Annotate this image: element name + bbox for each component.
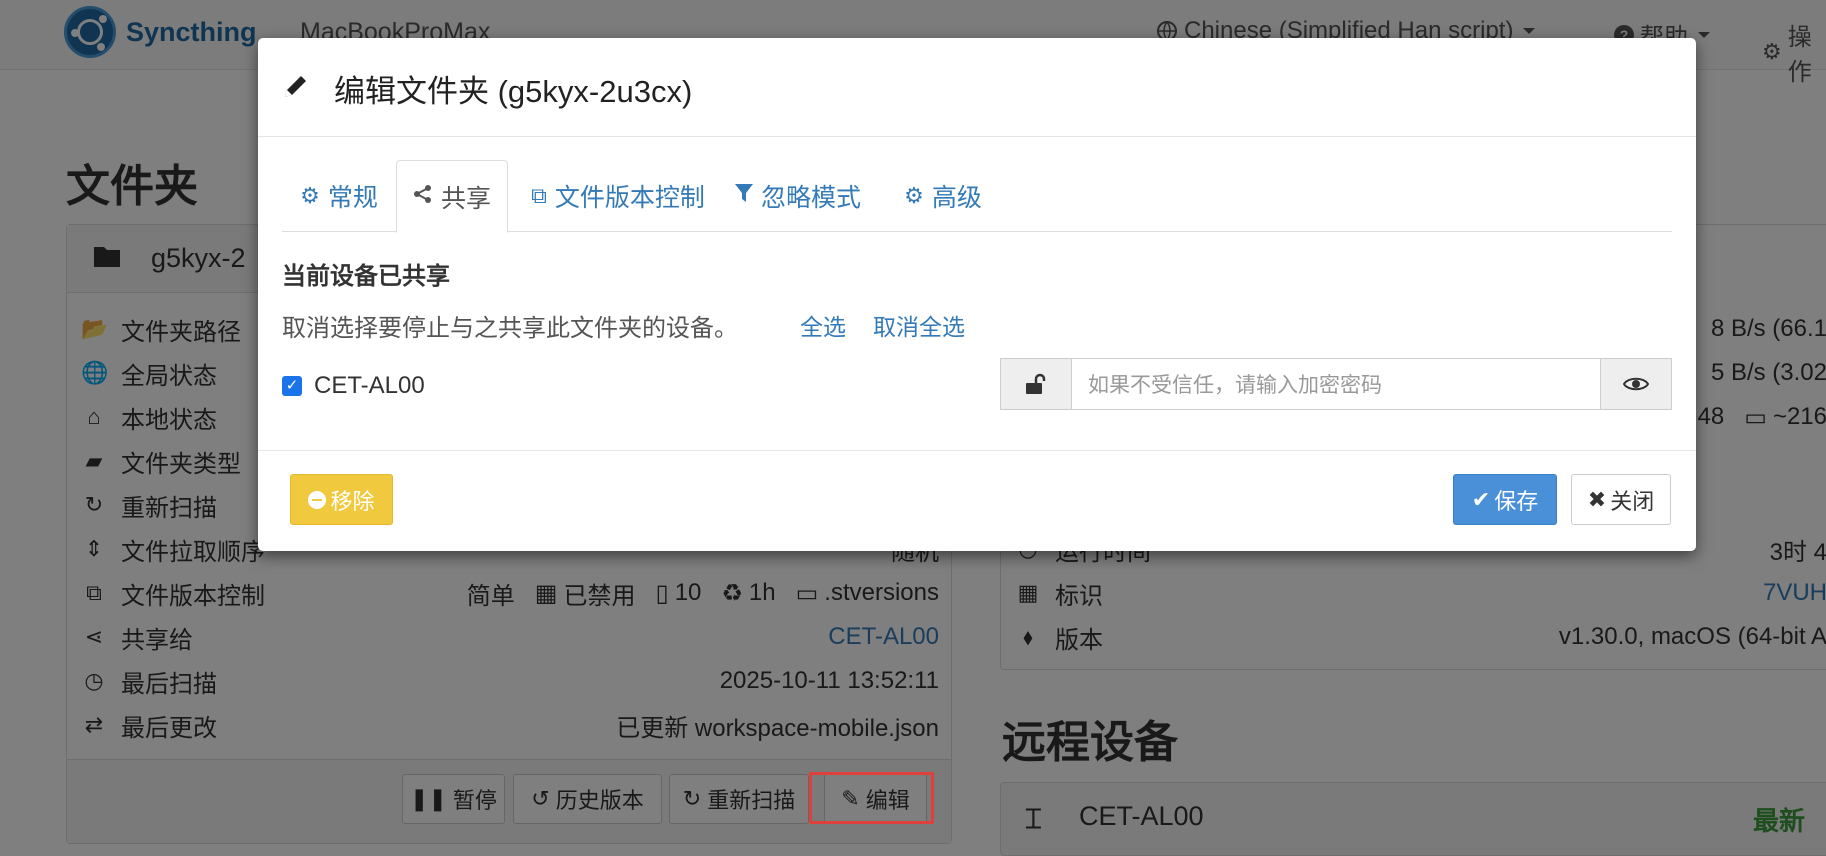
tab-label: 常规: [327, 184, 378, 212]
sharing-description: 取消选择要停止与之共享此文件夹的设备。: [282, 315, 738, 342]
tab-label: 文件版本控制: [554, 184, 705, 212]
close-icon: ✖: [1587, 486, 1607, 512]
select-all-link[interactable]: 全选: [800, 308, 846, 342]
edit-button-highlight: [809, 772, 934, 824]
edit-folder-modal: 编辑文件夹 (g5kyx-2u3cx) ⚙ 常规 共享 ⧉ 文件版本控制 忽略模式 …: [258, 38, 1696, 551]
check-icon: ✔: [1471, 486, 1491, 512]
device-share-checkbox[interactable]: ✓: [282, 376, 302, 396]
tab-general[interactable]: ⚙ 常规: [282, 160, 396, 232]
tab-ignore-patterns[interactable]: 忽略模式: [728, 160, 868, 232]
shared-section-title: 当前设备已共享: [282, 263, 450, 290]
tab-label: 共享: [440, 184, 491, 213]
eye-icon: [1623, 377, 1649, 391]
encryption-password-group: 如果不受信任，请输入加密密码: [1000, 358, 1672, 410]
modal-title: 编辑文件夹 (g5kyx-2u3cx): [334, 74, 693, 109]
close-button[interactable]: ✖ 关闭: [1571, 474, 1671, 525]
device-share-label[interactable]: CET-AL00: [314, 372, 425, 400]
tab-advanced[interactable]: ⚙ 高级: [882, 160, 1004, 232]
modal-tabs: ⚙ 常规 共享 ⧉ 文件版本控制 忽略模式 ⚙ 高级: [282, 160, 1672, 233]
minus-circle-icon: [308, 490, 327, 509]
tab-label: 忽略模式: [760, 184, 861, 212]
tab-sharing[interactable]: 共享: [396, 160, 508, 233]
share-icon: [413, 184, 433, 210]
deselect-all-link[interactable]: 取消全选: [873, 308, 965, 342]
save-label: 保存: [1494, 488, 1539, 514]
pencil-icon: [285, 76, 306, 97]
unlock-icon: [1000, 358, 1072, 410]
remove-button[interactable]: 移除: [290, 474, 393, 525]
copy-icon: ⧉: [531, 183, 547, 208]
show-password-button[interactable]: [1600, 358, 1672, 410]
tab-label: 高级: [931, 184, 982, 212]
remove-label: 移除: [330, 488, 375, 514]
close-label: 关闭: [1610, 488, 1655, 514]
cogs-icon: ⚙: [904, 183, 924, 208]
save-button[interactable]: ✔ 保存: [1453, 474, 1557, 525]
gear-icon: ⚙: [300, 183, 320, 208]
device-share-row: ✓ CET-AL00: [282, 372, 425, 400]
filter-icon: [734, 183, 753, 209]
modal-header: 编辑文件夹 (g5kyx-2u3cx): [258, 38, 1696, 137]
encryption-password-input[interactable]: 如果不受信任，请输入加密密码: [1072, 358, 1600, 410]
tab-versioning[interactable]: ⧉ 文件版本控制: [518, 160, 718, 232]
